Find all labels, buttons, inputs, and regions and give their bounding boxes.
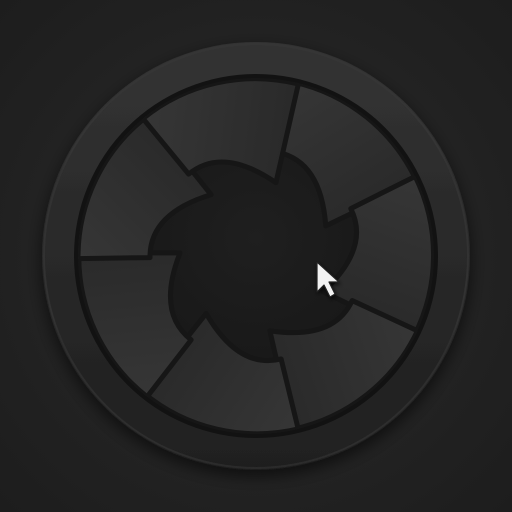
app-icon	[0, 0, 512, 512]
aperture-line-selector-icon	[0, 0, 512, 512]
